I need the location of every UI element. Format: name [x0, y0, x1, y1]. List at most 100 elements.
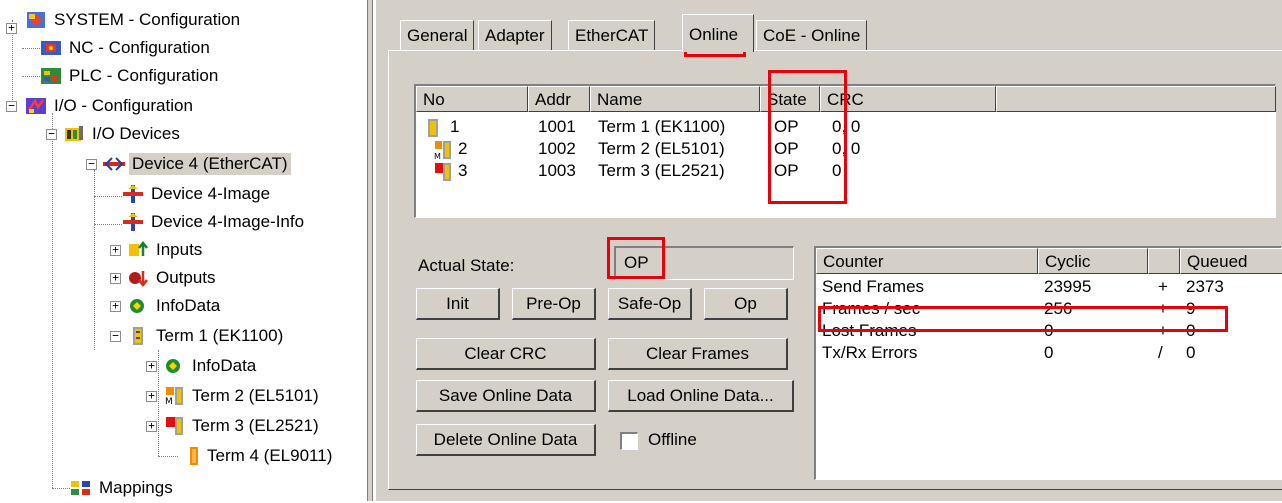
tree-label: Outputs [156, 268, 216, 287]
tree-label: NC - Configuration [69, 38, 210, 57]
tree-line [52, 138, 53, 488]
frame-counter-table: Counter Cyclic Queued Send Frames 23995 … [814, 246, 1282, 480]
ethercat-device-icon [103, 154, 125, 174]
tree-node-term4[interactable]: Term 4 (EL9011) [178, 442, 335, 470]
column-header-name[interactable]: Name [590, 86, 760, 112]
svg-text:M: M [165, 397, 173, 406]
clear-frames-button[interactable]: Clear Frames [608, 338, 788, 370]
tree-label: InfoData [192, 356, 257, 375]
column-header-counter[interactable]: Counter [816, 248, 1038, 274]
tree-line [52, 488, 70, 489]
column-header-no[interactable]: No [416, 86, 528, 112]
expand-plus-icon[interactable]: + [146, 360, 157, 372]
collapse-minus-icon[interactable]: − [6, 100, 17, 112]
cell-no: 3 [458, 161, 468, 180]
process-image-icon [122, 184, 144, 204]
op-button[interactable]: Op [704, 288, 788, 320]
expand-plus-icon[interactable]: + [146, 390, 157, 402]
tree-node-term3[interactable]: + Term 3 (EL2521) [146, 412, 322, 440]
tree-node-device4-image-info[interactable]: Device 4-Image-Info [122, 208, 307, 236]
tab-adapter[interactable]: Adapter [478, 20, 552, 50]
column-header-queued[interactable]: Queued [1180, 248, 1282, 274]
save-online-data-button[interactable]: Save Online Data [416, 380, 596, 412]
nc-config-icon [40, 38, 62, 58]
offline-checkbox[interactable] [620, 432, 638, 450]
tree-label: Inputs [156, 240, 203, 259]
highlight-frames-per-sec [818, 306, 1228, 332]
clear-crc-button[interactable]: Clear CRC [416, 338, 596, 370]
cell-operator: + [1158, 277, 1168, 296]
cell-no: 1 [450, 117, 460, 136]
highlight-actual-state [607, 237, 665, 279]
system-config-icon [25, 10, 47, 30]
preop-button[interactable]: Pre-Op [512, 288, 596, 320]
cell-addr: 1002 [538, 139, 576, 158]
table-row[interactable]: M [434, 138, 454, 161]
tab-general[interactable]: General [400, 20, 475, 50]
safeop-button[interactable]: Safe-Op [608, 288, 692, 320]
init-button[interactable]: Init [416, 288, 500, 320]
config-tree: + SYSTEM - Configuration NC - Configurat… [0, 0, 364, 501]
pane-splitter[interactable] [367, 0, 373, 501]
actual-state-label: Actual State: [418, 256, 515, 275]
tab-coe-online[interactable]: CoE - Online [756, 20, 868, 50]
tree-node-device4-image[interactable]: Device 4-Image [122, 180, 273, 208]
tree-node-term1[interactable]: − Term 1 (EK1100) [110, 322, 286, 350]
outputs-icon [127, 268, 149, 288]
tab-ethercat[interactable]: EtherCAT [568, 20, 656, 50]
tree-node-io[interactable]: − I/O - Configuration [6, 92, 196, 120]
tree-node-plc[interactable]: PLC - Configuration [40, 62, 221, 90]
tree-label: InfoData [156, 296, 221, 315]
tree-node-infodata[interactable]: + InfoData [110, 292, 223, 320]
column-header-cyclic[interactable]: Cyclic [1038, 248, 1148, 274]
cell-name: Term 1 (EK1100) [598, 117, 726, 136]
delete-online-data-button[interactable]: Delete Online Data [416, 424, 596, 456]
expand-plus-icon[interactable]: + [110, 272, 121, 284]
properties-panel: General Adapter EtherCAT Online CoE - On… [376, 0, 1282, 501]
expand-plus-icon[interactable]: + [6, 22, 17, 34]
tree-node-inputs[interactable]: + Inputs [110, 236, 205, 264]
tree-label: Term 1 (EK1100) [156, 326, 284, 345]
collapse-minus-icon[interactable]: − [110, 330, 121, 342]
tree-label: Term 2 (EL5101) [192, 386, 319, 405]
column-header-operator[interactable] [1148, 248, 1180, 274]
io-config-icon [25, 96, 47, 116]
table-row[interactable] [434, 160, 454, 182]
tree-line [22, 48, 40, 49]
cell-addr: 1001 [538, 117, 576, 136]
table-row[interactable] [426, 116, 442, 138]
inputs-icon [127, 240, 149, 260]
tree-node-mappings[interactable]: Mappings [70, 474, 176, 502]
expand-plus-icon[interactable]: + [110, 300, 121, 312]
tree-label: PLC - Configuration [69, 66, 219, 85]
tree-line [94, 224, 122, 225]
tab-online[interactable]: Online [682, 14, 754, 52]
tree-node-term2[interactable]: + M Term 2 (EL5101) [146, 382, 322, 410]
cell-operator: / [1158, 343, 1163, 362]
tree-node-outputs[interactable]: + Outputs [110, 264, 219, 292]
encoder-terminal-icon: M [163, 386, 185, 407]
column-header-addr[interactable]: Addr [528, 86, 590, 112]
tree-node-device4[interactable]: − Device 4 (EtherCAT) [86, 150, 291, 178]
cell-addr: 1003 [538, 161, 576, 180]
tree-node-nc[interactable]: NC - Configuration [40, 34, 213, 62]
tree-line [94, 170, 95, 350]
load-online-data-button[interactable]: Load Online Data... [608, 380, 794, 412]
collapse-minus-icon[interactable]: − [86, 158, 97, 170]
terminal-coupler-icon [127, 326, 149, 346]
cell-counter: Tx/Rx Errors [822, 343, 918, 362]
cell-name: Term 2 (EL5101) [598, 139, 725, 158]
tree-node-io-devices[interactable]: − I/O Devices [46, 120, 183, 148]
tree-line [94, 196, 122, 197]
infodata-icon [127, 296, 149, 316]
tree-node-system[interactable]: + SYSTEM - Configuration [6, 6, 243, 34]
expand-plus-icon[interactable]: + [110, 244, 121, 256]
expand-plus-icon[interactable]: + [146, 420, 157, 432]
collapse-minus-icon[interactable]: − [46, 128, 57, 140]
cell-queued: 0 [1186, 343, 1196, 362]
offline-checkbox-label: Offline [648, 430, 697, 449]
pulse-terminal-icon [435, 162, 451, 181]
tree-node-term1-infodata[interactable]: + InfoData [146, 352, 259, 380]
plc-config-icon [40, 66, 62, 86]
tree-label: SYSTEM - Configuration [54, 10, 241, 29]
